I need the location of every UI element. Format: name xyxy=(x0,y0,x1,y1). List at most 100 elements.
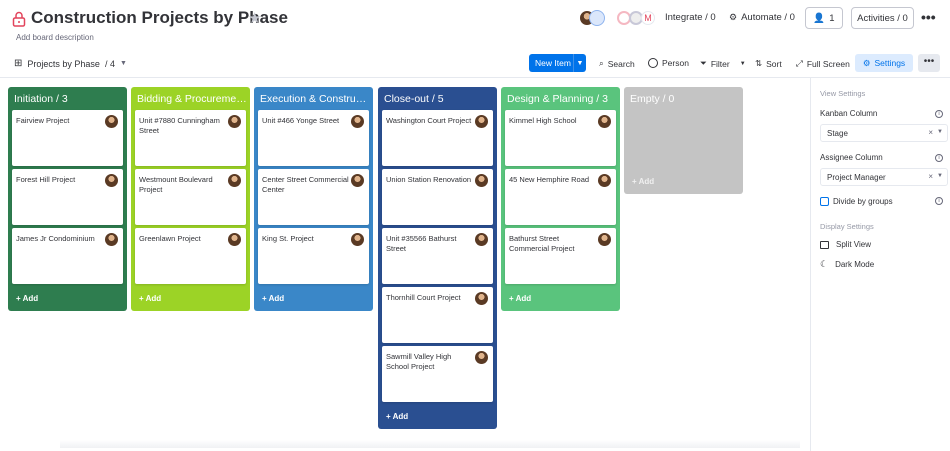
board-more-menu[interactable]: ••• xyxy=(921,9,936,25)
item-card[interactable]: 45 New Hemphire Road xyxy=(505,169,616,225)
view-selector[interactable]: ⊞ Projects by Phase / 4 ▼ xyxy=(14,58,127,69)
kanban-column: Execution & Construction / 3 Unit #466 Yo… xyxy=(254,87,373,311)
assignee-avatar[interactable] xyxy=(105,233,118,246)
item-card[interactable]: King St. Project xyxy=(258,228,369,284)
kanban-column: Close-out / 5 Washington Court Project Uni… xyxy=(378,87,497,429)
search-label: Search xyxy=(607,58,635,69)
item-name: Bathurst Street Commercial Project xyxy=(509,234,575,253)
kanban-column: Initiation / 3 Fairview Project Forest Hil… xyxy=(8,87,127,311)
search-button[interactable]: ⌕ Search xyxy=(599,58,635,69)
person-icon: 👤 xyxy=(813,12,826,24)
column-title[interactable]: Empty / 0 xyxy=(630,93,740,105)
add-item-button[interactable]: + Add xyxy=(139,294,161,303)
assignee-avatar[interactable] xyxy=(475,292,488,305)
kanban-column: Bidding & Procurement / 3 Unit #7880 Cunn… xyxy=(131,87,250,311)
item-card[interactable]: Westmount Boulevard Project xyxy=(135,169,246,225)
info-icon[interactable]: i xyxy=(935,110,943,118)
integration-icons[interactable]: M xyxy=(617,10,657,26)
item-card[interactable]: Kimmel High School xyxy=(505,110,616,166)
full-screen-label: Full Screen xyxy=(806,58,850,69)
column-title[interactable]: Execution & Construction / 3 xyxy=(260,93,370,105)
split-view-option[interactable]: Split View xyxy=(820,240,871,249)
assignee-avatar[interactable] xyxy=(475,233,488,246)
robot-icon: ⚙ xyxy=(729,12,738,22)
chevron-down-icon[interactable]: ▼ xyxy=(574,60,586,67)
board-toolbar: ⊞ Projects by Phase / 4 ▼ New Item ▼ ⌕ S… xyxy=(0,50,950,78)
item-card[interactable]: James Jr Condominium xyxy=(12,228,123,284)
assignee-avatar[interactable] xyxy=(105,115,118,128)
add-item-button[interactable]: + Add xyxy=(262,294,284,303)
assignee-avatar[interactable] xyxy=(598,174,611,187)
toolbar-more-button[interactable]: ••• xyxy=(918,54,940,72)
assignee-avatar[interactable] xyxy=(475,351,488,364)
item-card[interactable]: Bathurst Street Commercial Project xyxy=(505,228,616,284)
item-card[interactable]: Center Street Commercial Center xyxy=(258,169,369,225)
sort-icon: ⇅ xyxy=(755,58,763,68)
assignee-avatar[interactable] xyxy=(351,174,364,187)
sort-button[interactable]: ⇅ Sort xyxy=(755,58,782,69)
item-card[interactable]: Forest Hill Project xyxy=(12,169,123,225)
item-name: Unit #35566 Bathurst Street xyxy=(386,234,457,253)
column-title[interactable]: Close-out / 5 xyxy=(384,93,494,105)
assignee-column-label: Assignee Column xyxy=(820,153,883,162)
info-icon[interactable]: i xyxy=(935,197,943,205)
full-screen-button[interactable]: ⤢ Full Screen xyxy=(796,58,850,69)
item-card[interactable]: Sawmill Valley High School Project xyxy=(382,346,493,402)
clear-icon[interactable]: × xyxy=(928,128,933,137)
dark-mode-option[interactable]: ☾ Dark Mode xyxy=(820,259,874,270)
board-description[interactable]: Add board description xyxy=(16,33,94,42)
new-item-label: New Item xyxy=(535,58,571,68)
item-card[interactable]: Unit #7880 Cunningham Street xyxy=(135,110,246,166)
integrate-button[interactable]: Integrate / 0 xyxy=(665,12,716,23)
assignee-column-select[interactable]: Project Manager × ▼ xyxy=(820,168,948,186)
item-card[interactable]: Unit #466 Yonge Street xyxy=(258,110,369,166)
item-card[interactable]: Unit #35566 Bathurst Street xyxy=(382,228,493,284)
item-name: Forest Hill Project xyxy=(16,175,76,184)
board-members-avatars[interactable] xyxy=(579,10,609,28)
star-icon[interactable]: ★ xyxy=(248,9,261,27)
info-icon[interactable]: i xyxy=(935,154,943,162)
assignee-avatar[interactable] xyxy=(598,233,611,246)
item-name: Kimmel High School xyxy=(509,116,577,125)
add-item-button[interactable]: + Add xyxy=(386,412,408,421)
new-item-button[interactable]: New Item ▼ xyxy=(529,54,586,72)
item-name: King St. Project xyxy=(262,234,314,243)
column-title[interactable]: Initiation / 3 xyxy=(14,93,124,105)
filter-button[interactable]: ⏷ Filter ▼ xyxy=(700,58,746,69)
assignee-avatar[interactable] xyxy=(351,115,364,128)
add-item-button[interactable]: + Add xyxy=(16,294,38,303)
divide-by-groups-checkbox[interactable] xyxy=(820,197,829,206)
dark-mode-label: Dark Mode xyxy=(835,260,875,269)
kanban-column-select[interactable]: Stage × ▼ xyxy=(820,124,948,142)
guest-avatar xyxy=(589,10,605,26)
assignee-avatar[interactable] xyxy=(351,233,364,246)
assignee-avatar[interactable] xyxy=(598,115,611,128)
settings-button[interactable]: ⚙ Settings xyxy=(855,54,913,72)
assignee-avatar[interactable] xyxy=(105,174,118,187)
assignee-avatar[interactable] xyxy=(475,174,488,187)
assignee-avatar[interactable] xyxy=(228,233,241,246)
item-card[interactable]: Union Station Renovation xyxy=(382,169,493,225)
lock-icon xyxy=(12,11,26,27)
item-name: 45 New Hemphire Road xyxy=(509,175,590,184)
automate-button[interactable]: ⚙ Automate / 0 xyxy=(729,12,795,23)
gear-icon: ⚙ xyxy=(862,57,871,68)
invite-members-button[interactable]: 👤 1 xyxy=(805,7,843,29)
assignee-avatar[interactable] xyxy=(228,174,241,187)
split-view-label: Split View xyxy=(836,240,871,249)
column-title[interactable]: Design & Planning / 3 xyxy=(507,93,617,105)
divide-by-groups-label[interactable]: Divide by groups xyxy=(833,197,893,206)
item-card[interactable]: Thornhill Court Project xyxy=(382,287,493,343)
person-filter-button[interactable]: Person xyxy=(648,58,689,68)
item-card[interactable]: Greenlawn Project xyxy=(135,228,246,284)
activities-button[interactable]: Activities / 0 xyxy=(851,7,914,29)
add-item-button[interactable]: + Add xyxy=(632,177,654,186)
column-title[interactable]: Bidding & Procurement / 3 xyxy=(137,93,247,105)
item-card[interactable]: Washington Court Project xyxy=(382,110,493,166)
assignee-avatar[interactable] xyxy=(228,115,241,128)
sort-label: Sort xyxy=(766,58,782,69)
item-card[interactable]: Fairview Project xyxy=(12,110,123,166)
assignee-avatar[interactable] xyxy=(475,115,488,128)
add-item-button[interactable]: + Add xyxy=(509,294,531,303)
clear-icon[interactable]: × xyxy=(928,172,933,181)
